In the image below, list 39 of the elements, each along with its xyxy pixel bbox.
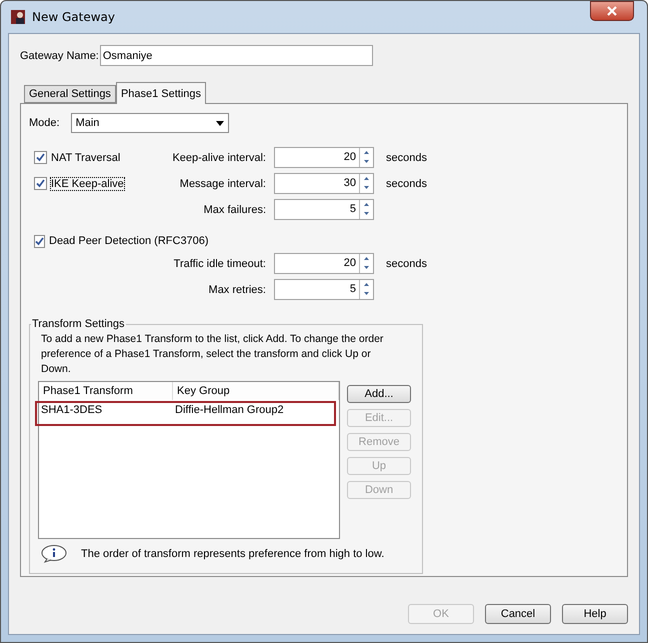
table-cell-text: SHA1-3DES bbox=[40, 404, 104, 416]
group-title: Transform Settings bbox=[31, 318, 126, 330]
list-button[interactable]: Add... bbox=[347, 385, 411, 403]
close-icon bbox=[606, 6, 618, 16]
checkbox-label: IKE Keep-alive bbox=[51, 178, 124, 190]
field-label: Max failures: bbox=[202, 204, 266, 216]
checkbox[interactable] bbox=[34, 234, 45, 248]
dialog-button[interactable]: Help bbox=[562, 604, 628, 624]
unit-label: seconds bbox=[385, 258, 428, 270]
number-spinner[interactable]: 30 bbox=[274, 173, 374, 194]
checkbox-label: NAT Traversal bbox=[51, 152, 120, 164]
number-spinner[interactable]: 5 bbox=[274, 279, 374, 300]
tab[interactable]: General Settings bbox=[24, 85, 116, 103]
caret-icon bbox=[216, 120, 224, 126]
mode-dropdown[interactable]: Main bbox=[70, 113, 229, 133]
field-label: Keep-alive interval: bbox=[171, 152, 266, 164]
checkbox[interactable] bbox=[34, 151, 47, 164]
note-text: The order of transform represents preference from high to low. bbox=[81, 548, 384, 560]
app-icon bbox=[10, 9, 26, 25]
field-label: Traffic idle timeout: bbox=[172, 258, 266, 270]
table-cell-text: Diffie-Hellman Group2 bbox=[174, 404, 285, 416]
mode-label: Mode: bbox=[29, 117, 60, 129]
window-title: New Gateway bbox=[32, 10, 116, 24]
tab[interactable]: Phase1 Settings bbox=[116, 82, 206, 104]
field-label: Max retries: bbox=[208, 284, 266, 296]
info-icon bbox=[41, 545, 67, 563]
number-spinner[interactable]: 20 bbox=[274, 147, 374, 168]
unit-label: seconds bbox=[385, 152, 428, 164]
gateway-name-label: Gateway Name: bbox=[20, 50, 99, 62]
number-spinner[interactable]: 20 bbox=[274, 253, 374, 274]
checkbox-label: Dead Peer Detection (RFC3706) bbox=[49, 235, 209, 247]
unit-label: seconds bbox=[385, 178, 428, 190]
description-text: To add a new Phase1 Transform to the list, click Add. To change the order preference of a Phase1 Transform, select the transform and click Up or Down. bbox=[41, 332, 384, 377]
number-spinner[interactable]: 5 bbox=[274, 199, 374, 220]
dialog-button[interactable]: Cancel bbox=[485, 604, 551, 624]
close-button[interactable] bbox=[590, 1, 634, 21]
gateway-name-field[interactable]: Osmaniye bbox=[100, 45, 373, 66]
field-label: Message interval: bbox=[178, 178, 266, 190]
checkbox[interactable] bbox=[34, 177, 47, 190]
